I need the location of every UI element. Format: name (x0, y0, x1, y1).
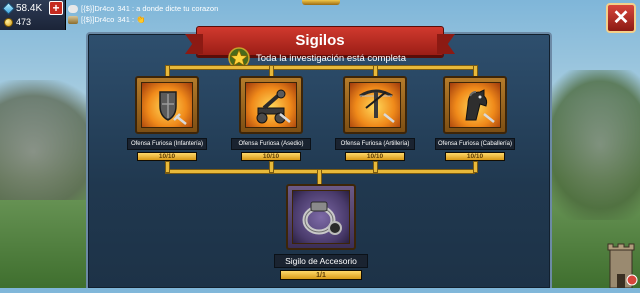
card-frame (343, 76, 407, 134)
shield-sword-icon (141, 82, 193, 128)
sigil-name: Ofensa Furiosa (Caballería) (435, 138, 515, 150)
gold-coin-icon (4, 17, 13, 27)
card-frame (286, 184, 356, 250)
close-button[interactable]: ✕ (606, 3, 636, 33)
accessory-progress-bar: 1/1 (280, 270, 362, 280)
resource-panel: 58.4K 473 + (0, 0, 66, 30)
card-frame (443, 76, 507, 134)
chat-message: [{$}]Dr4co 341 : 👏 (68, 14, 368, 25)
connector-line (474, 162, 477, 172)
sigil-progress-bar: 10/10 (241, 152, 301, 161)
chat-bubble-icon (68, 4, 78, 13)
sigil-progress-text: 10/10 (366, 153, 384, 160)
connector-line-top (166, 66, 474, 69)
card-frame (239, 76, 303, 134)
guild-shield-icon (68, 15, 78, 24)
gold-counter: 473 (4, 17, 31, 27)
background-castle-right (540, 70, 640, 220)
sigil-progress-text: 10/10 (466, 153, 484, 160)
connector-line (270, 66, 273, 76)
sigil-card-siege[interactable]: Ofensa Furiosa (Asedio) 10/10 (231, 76, 311, 162)
top-tab-handle[interactable] (302, 0, 340, 5)
horse-icon (449, 82, 501, 128)
accessory-name: Sigilo de Accesorio (274, 254, 368, 268)
sigil-name: Ofensa Furiosa (Asedio) (231, 138, 311, 150)
gems-value: 58.4K (16, 3, 43, 14)
sigil-card-artillery[interactable]: Ofensa Furiosa (Artillería) 10/10 (335, 76, 415, 162)
chat-sender: [{$}]Dr4co (81, 3, 115, 13)
sigil-name: Ofensa Furiosa (Infantería) (127, 138, 207, 150)
connector-line (374, 162, 377, 172)
connector-line (474, 66, 477, 76)
research-status: Toda la investigación está completa (226, 47, 464, 69)
card-frame (135, 76, 199, 134)
sigil-card-infantry[interactable]: Ofensa Furiosa (Infantería) 10/10 (127, 76, 207, 162)
connector-line (166, 66, 169, 76)
sigil-name: Ofensa Furiosa (Artillería) (335, 138, 415, 150)
add-gems-button[interactable]: + (49, 1, 63, 15)
connector-line (318, 170, 321, 184)
gold-value: 473 (16, 17, 32, 27)
ring-icon (292, 190, 350, 244)
connector-line (374, 66, 377, 76)
gem-icon (2, 2, 15, 15)
sigil-progress-text: 10/10 (262, 153, 280, 160)
catapult-icon (245, 82, 297, 128)
crossbow-icon (349, 82, 401, 128)
sigil-progress-text: 10/10 (158, 153, 176, 160)
connector-line (166, 162, 169, 172)
chat-text: 341 : a donde dicte tu corazon (117, 3, 219, 13)
sigil-progress-bar: 10/10 (137, 152, 197, 161)
sigil-card-cavalry[interactable]: Ofensa Furiosa (Caballería) 10/10 (435, 76, 515, 162)
sigil-progress-bar: 10/10 (445, 152, 505, 161)
accessory-sigil-card[interactable]: Sigilo de Accesorio 1/1 (274, 184, 368, 280)
chat-sender: [{$}]Dr4co (81, 14, 115, 24)
accessory-progress-text: 1/1 (316, 272, 326, 279)
chat-text: 341 : 👏 (117, 14, 146, 24)
castle-tower-icon[interactable] (604, 236, 638, 289)
status-text: Toda la investigación está completa (256, 52, 406, 64)
gems-counter: 58.4K (2, 2, 43, 15)
sigil-progress-bar: 10/10 (345, 152, 405, 161)
connector-line (270, 162, 273, 172)
